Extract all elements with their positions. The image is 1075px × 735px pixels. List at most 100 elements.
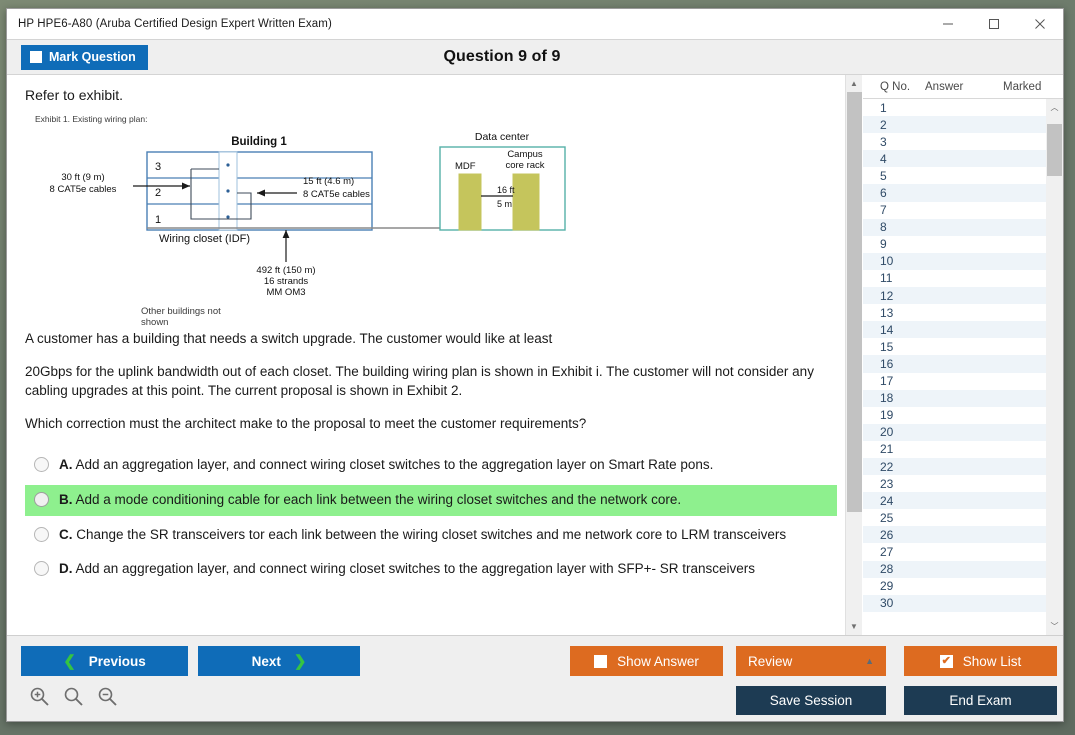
svg-text:8 CAT5e cables: 8 CAT5e cables <box>303 189 370 200</box>
desktop-background: HP HPE6-A80 (Aruba Certified Design Expe… <box>0 0 1075 735</box>
previous-label: Previous <box>88 653 146 669</box>
option-text: Add a mode conditioning cable for each l… <box>75 491 682 507</box>
next-button[interactable]: Next ❯ <box>198 646 360 676</box>
check-mark-icon: ✔ <box>941 654 951 667</box>
scroll-up-arrow-icon[interactable]: ▲ <box>846 75 863 92</box>
scroll-down-arrow-icon[interactable]: ▼ <box>846 618 863 635</box>
zoom-in-icon[interactable] <box>29 686 50 712</box>
table-row[interactable]: 20 <box>863 423 1046 441</box>
table-row[interactable]: 23 <box>863 475 1046 492</box>
radio-button-icon[interactable] <box>34 456 49 472</box>
option-letter: C. <box>59 526 73 542</box>
list-scrollbar-track[interactable] <box>1046 116 1063 618</box>
scrollbar-track[interactable] <box>846 92 863 618</box>
table-row[interactable]: 26 <box>863 526 1046 544</box>
svg-text:16 strands: 16 strands <box>264 276 309 287</box>
answer-option-c[interactable]: C. Change the SR transceivers tor each l… <box>25 520 837 551</box>
svg-text:MDF: MDF <box>455 161 476 172</box>
table-row[interactable]: 14 <box>863 321 1046 339</box>
table-row[interactable]: 24 <box>863 492 1046 510</box>
list-scroll-up-icon[interactable]: ︿ <box>1046 99 1063 116</box>
table-row[interactable]: 9 <box>863 236 1046 253</box>
cell-qno: 22 <box>880 459 894 474</box>
table-row[interactable]: 15 <box>863 338 1046 355</box>
show-answer-button[interactable]: Show Answer <box>570 646 723 676</box>
exhibit-diagram: Exhibit 1. Existing wiring plan: Buildin… <box>35 114 655 329</box>
checkbox-icon <box>30 51 42 63</box>
cell-qno: 24 <box>880 493 894 508</box>
end-exam-button[interactable]: End Exam <box>904 686 1057 715</box>
table-row[interactable]: 29 <box>863 578 1046 595</box>
next-label: Next <box>251 653 281 669</box>
cell-qno: 27 <box>880 544 894 559</box>
table-row[interactable]: 6 <box>863 184 1046 202</box>
list-scrollbar-thumb[interactable] <box>1047 124 1062 176</box>
question-list-body: 1 2 3 4 5 6 7 8 9 10 11 12 13 14 15 16 17 18 19 20 21 22 23 24 2… <box>863 99 1063 635</box>
mark-question-button[interactable]: Mark Question <box>21 44 148 70</box>
cell-qno: 17 <box>880 374 894 389</box>
svg-text:Other buildings not: Other buildings not <box>141 306 221 317</box>
cell-qno: 11 <box>880 271 893 286</box>
show-list-button[interactable]: ✔ Show List <box>904 646 1057 676</box>
table-row[interactable]: 27 <box>863 543 1046 560</box>
answer-option-a[interactable]: A. Add an aggregation layer, and connect… <box>25 450 837 481</box>
content-scrollbar[interactable]: ▲ ▼ <box>845 75 862 635</box>
answer-option-d[interactable]: D. Add an aggregation layer, and connect… <box>25 554 837 585</box>
cell-qno: 8 <box>880 220 887 235</box>
cell-qno: 12 <box>880 288 894 303</box>
svg-text:5 m: 5 m <box>497 199 512 209</box>
table-row[interactable]: 17 <box>863 373 1046 390</box>
radio-button-icon[interactable] <box>34 526 49 542</box>
table-row[interactable]: 30 <box>863 594 1046 612</box>
column-header-qno: Q No. <box>880 81 911 93</box>
table-row[interactable]: 3 <box>863 133 1046 150</box>
table-row[interactable]: 2 <box>863 116 1046 134</box>
option-letter: D. <box>59 561 73 577</box>
previous-button[interactable]: ❮ Previous <box>21 646 188 676</box>
show-answer-label: Show Answer <box>617 653 699 669</box>
question-list-panel: Q No. Answer Marked 1 2 3 4 5 6 7 8 9 10 11 12 13 14 1… <box>862 75 1063 635</box>
zoom-reset-icon[interactable] <box>63 686 84 712</box>
save-session-button[interactable]: Save Session <box>736 686 886 715</box>
table-row[interactable]: 8 <box>863 218 1046 236</box>
table-row[interactable]: 21 <box>863 441 1046 458</box>
table-row[interactable]: 22 <box>863 457 1046 476</box>
svg-text:Data center: Data center <box>475 131 530 143</box>
end-exam-label: End Exam <box>949 693 1012 708</box>
table-row[interactable]: 7 <box>863 202 1046 219</box>
svg-text:8 CAT5e cables: 8 CAT5e cables <box>50 184 117 195</box>
question-list-rows[interactable]: 1 2 3 4 5 6 7 8 9 10 11 12 13 14 15 16 17 18 19 20 21 22 23 24 2… <box>863 99 1046 635</box>
maximize-button[interactable] <box>971 9 1017 39</box>
cell-qno: 25 <box>880 510 894 525</box>
cell-qno: 16 <box>880 356 894 371</box>
scrollbar-thumb[interactable] <box>846 92 862 512</box>
list-scroll-down-icon[interactable]: ﹀ <box>1046 618 1063 635</box>
zoom-out-icon[interactable] <box>97 686 118 712</box>
answer-options-list: A. Add an aggregation layer, and connect… <box>25 450 845 610</box>
checkbox-icon <box>594 654 608 668</box>
table-row[interactable]: 10 <box>863 252 1046 270</box>
table-row[interactable]: 5 <box>863 167 1046 184</box>
table-row[interactable]: 25 <box>863 509 1046 526</box>
svg-text:3: 3 <box>155 161 161 173</box>
table-row[interactable]: 18 <box>863 389 1046 407</box>
question-list-scrollbar[interactable]: ︿ ﹀ <box>1046 99 1063 635</box>
radio-button-icon[interactable] <box>34 491 49 507</box>
review-dropdown-button[interactable]: Review ▲ <box>736 646 886 676</box>
table-row[interactable]: 4 <box>863 150 1046 168</box>
close-button[interactable] <box>1017 9 1063 39</box>
radio-button-icon[interactable] <box>34 561 49 577</box>
table-row[interactable]: 16 <box>863 355 1046 373</box>
minimize-button[interactable] <box>925 9 971 39</box>
table-row[interactable]: 28 <box>863 560 1046 578</box>
table-row[interactable]: 11 <box>863 270 1046 287</box>
question-paragraph-2: 20Gbps for the uplink bandwidth out of e… <box>25 364 814 399</box>
answer-option-d-body: D. Add an aggregation layer, and connect… <box>59 560 755 578</box>
column-header-answer: Answer <box>925 81 964 93</box>
table-row[interactable]: 19 <box>863 407 1046 424</box>
svg-text:1: 1 <box>155 214 161 226</box>
table-row[interactable]: 1 <box>863 99 1046 116</box>
table-row[interactable]: 12 <box>863 287 1046 305</box>
answer-option-b[interactable]: B. Add a mode conditioning cable for eac… <box>25 484 837 516</box>
table-row[interactable]: 13 <box>863 304 1046 321</box>
